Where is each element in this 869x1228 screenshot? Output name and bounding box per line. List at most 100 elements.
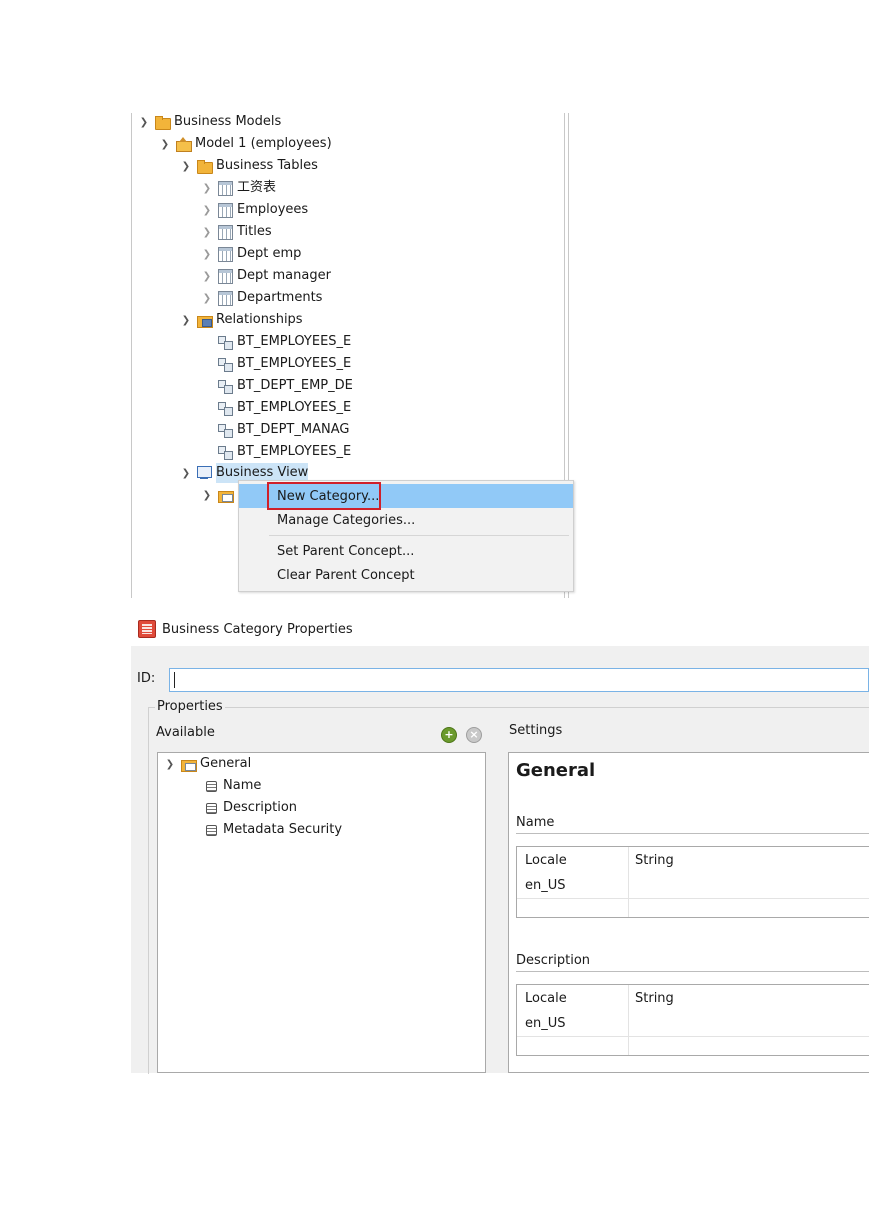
tree-item-label: Model 1 (employees) [195,136,332,151]
table-icon [217,290,233,306]
chevron-right-icon[interactable]: ❯ [201,244,213,264]
chevron-down-icon[interactable]: ❯ [164,754,176,774]
chevron-right-icon[interactable]: ❯ [201,266,213,286]
locale-cell[interactable]: en_US [525,1016,566,1031]
tree-item-business-models[interactable]: ❯ Business Models [138,112,281,132]
tree-item-label: Dept emp [237,246,302,261]
section-divider [516,971,869,972]
tree-item-label: BT_EMPLOYEES_E [237,356,352,371]
tree-item-label: BT_EMPLOYEES_E [237,444,352,459]
menu-separator [269,535,569,536]
menu-item-label: Set Parent Concept... [277,543,415,559]
row-divider [517,1036,869,1037]
column-header-string: String [635,853,674,868]
tree-item-business-view-child[interactable]: ❯ [201,485,237,505]
property-icon [203,800,219,816]
column-header-string: String [635,991,674,1006]
tree-item-relationships[interactable]: ❯ Relationships [180,310,303,330]
folder-icon [196,158,213,174]
property-icon [203,778,219,794]
tree-item-table[interactable]: ❯ Employees [201,200,308,220]
chevron-right-icon[interactable]: ❯ [201,178,213,198]
relationship-icon [217,400,233,416]
tree-item-label: Dept manager [237,268,331,283]
tree-item-label: Business Tables [216,158,318,173]
tree-item-table[interactable]: ❯ Dept manager [201,266,331,286]
chevron-down-icon[interactable]: ❯ [180,310,192,330]
tree-item-label: Relationships [216,312,303,327]
table-icon [217,246,233,262]
menu-item-clear-parent-concept[interactable]: Clear Parent Concept [239,563,573,587]
tree-item-label: Description [223,800,298,815]
dialog-title: Business Category Properties [162,621,353,637]
chevron-down-icon[interactable]: ❯ [180,156,192,176]
tree-item-label: Name [223,778,262,793]
tree-item-label: Departments [237,290,323,305]
tree-item-label: 工资表 [237,180,277,195]
chevron-right-icon[interactable]: ❯ [201,222,213,242]
folder-icon [154,114,171,130]
tree-item-label: BT_DEPT_EMP_DE [237,378,353,393]
name-locale-table[interactable]: Locale String en_US [516,846,869,918]
tree-item-label: Business Models [174,114,282,129]
tree-item-relationship[interactable]: BT_DEPT_MANAG [217,420,349,440]
highlight-box [267,482,381,510]
menu-item-label: Clear Parent Concept [277,567,415,583]
add-property-button[interactable]: + [441,727,457,743]
tree-item-label: BT_EMPLOYEES_E [237,334,352,349]
chevron-down-icon[interactable]: ❯ [159,134,171,154]
menu-item-manage-categories[interactable]: Manage Categories... [239,508,573,532]
tree-item-table[interactable]: ❯ Departments [201,288,322,308]
description-locale-table[interactable]: Locale String en_US [516,984,869,1056]
description-section-label: Description [516,953,591,968]
chevron-down-icon[interactable]: ❯ [180,463,192,483]
menu-item-label: Manage Categories... [277,512,416,528]
section-divider [516,833,869,834]
tree-item-table[interactable]: ❯ 工资表 [201,178,276,198]
tree-item-label: BT_EMPLOYEES_E [237,400,352,415]
column-header-locale: Locale [525,991,567,1006]
tree-item-model-1[interactable]: ❯ Model 1 (employees) [159,134,332,154]
chevron-down-icon[interactable]: ❯ [138,112,150,132]
tree-item-table[interactable]: ❯ Titles [201,222,272,242]
tree-item-relationship[interactable]: BT_EMPLOYEES_E [217,332,351,352]
tree-item-label: Metadata Security [223,822,343,837]
column-divider [628,847,629,917]
chevron-right-icon[interactable]: ❯ [201,288,213,308]
name-section-label: Name [516,815,555,830]
locale-cell[interactable]: en_US [525,878,566,893]
relationship-icon [217,356,233,372]
id-input[interactable] [169,668,869,692]
tree-item-label: Titles [237,224,272,239]
tree-item-metadata-security[interactable]: Metadata Security [203,820,342,840]
tree-item-label: General [200,756,252,771]
relationship-icon [217,378,233,394]
table-icon [217,224,233,240]
property-icon [203,822,219,838]
business-view-icon [196,465,212,481]
tree-item-business-tables[interactable]: ❯ Business Tables [180,156,318,176]
tree-item-table[interactable]: ❯ Dept emp [201,244,301,264]
model-icon [175,136,192,152]
row-divider [517,898,869,899]
tree-item-relationship[interactable]: BT_EMPLOYEES_E [217,442,351,462]
id-label: ID: [137,671,156,686]
table-icon [217,268,233,284]
chevron-down-icon[interactable]: ❯ [201,485,213,505]
menu-item-set-parent-concept[interactable]: Set Parent Concept... [239,539,573,563]
text-caret [174,672,175,688]
available-label: Available [156,725,215,740]
tree-item-description[interactable]: Description [203,798,297,818]
tree-item-relationship[interactable]: BT_DEPT_EMP_DE [217,376,353,396]
tree-item-general[interactable]: ❯ General [164,754,251,774]
remove-property-button[interactable]: × [466,727,482,743]
tree-item-relationship[interactable]: BT_EMPLOYEES_E [217,354,351,374]
settings-label: Settings [509,723,563,738]
dialog-icon [138,620,156,638]
dialog-title-bar: Business Category Properties [138,619,353,639]
tree-item-name[interactable]: Name [203,776,261,796]
relationships-folder-icon [196,312,213,328]
tree-item-relationship[interactable]: BT_EMPLOYEES_E [217,398,351,418]
chevron-right-icon[interactable]: ❯ [201,200,213,220]
column-divider [628,985,629,1055]
